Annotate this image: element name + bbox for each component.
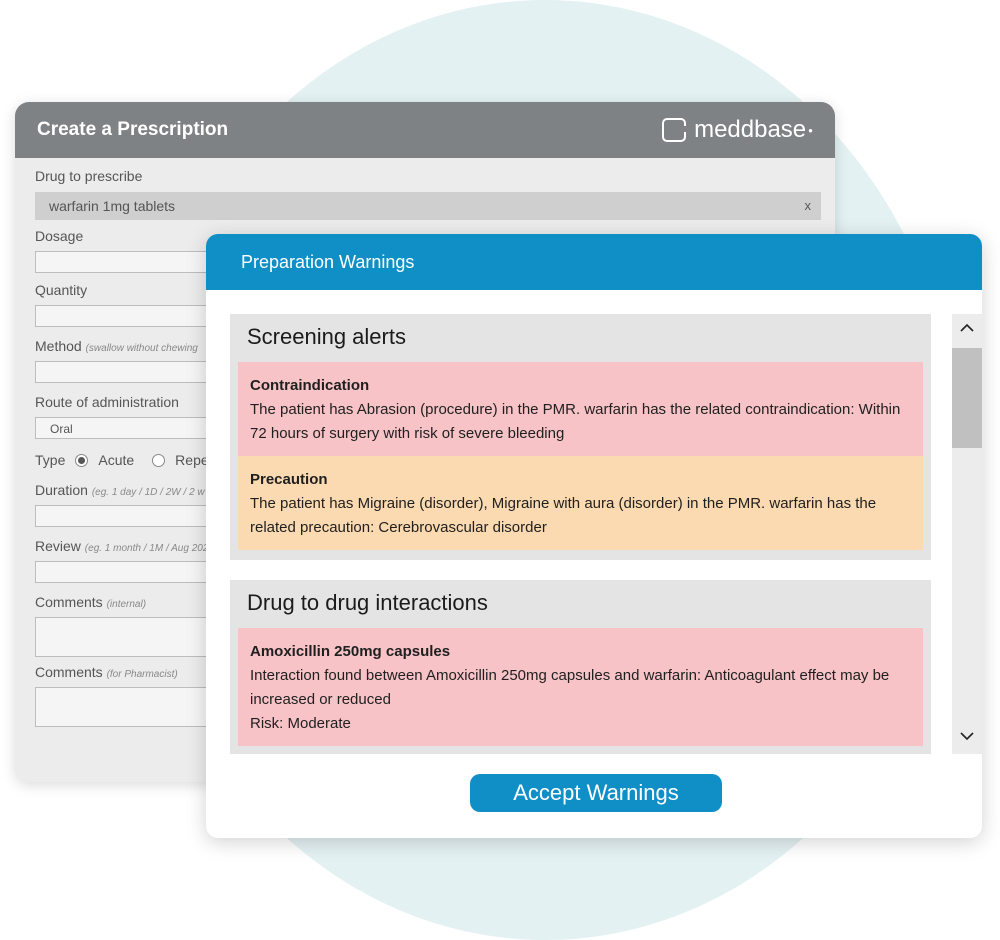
duration-input[interactable] [35,505,235,527]
route-label: Route of administration [35,394,179,410]
section-title: Drug to drug interactions [247,590,488,615]
method-input[interactable] [35,361,235,383]
alert-risk: Risk: Moderate [250,715,351,732]
alert-text: Interaction found between Amoxicillin 25… [250,667,890,708]
method-hint: (swallow without chewing [85,343,198,354]
brand-name: meddbase [694,116,807,143]
type-repeat-label: Repe [175,452,209,468]
chevron-up-icon[interactable] [959,320,975,336]
close-icon[interactable]: x [805,192,812,220]
scrollbar[interactable] [952,314,982,754]
dialog-title: Preparation Warnings [241,251,415,272]
meddbase-logo: meddbase ● [662,116,813,144]
dosage-input[interactable] [35,251,235,273]
prescription-title: Create a Prescription [37,119,229,140]
alert-text: The patient has Abrasion (procedure) in … [250,401,901,442]
comments-internal-hint: (internal) [106,599,147,610]
comments-internal-label: Comments [35,594,103,610]
contraindication-alert: Contraindication The patient has Abrasio… [238,362,923,456]
comments-pharmacist-label-row: Comments (for Pharmacist) [35,664,178,680]
prescription-header: Create a Prescription meddbase ● [15,102,835,158]
comments-internal-input[interactable] [35,617,235,657]
route-value: Oral [50,422,73,436]
precaution-alert: Precaution The patient has Migraine (dis… [238,456,923,550]
duration-hint: (eg. 1 day / 1D / 2W / 2 w [91,487,205,498]
drug-input[interactable]: warfarin 1mg tablets x [35,192,821,220]
dialog-header: Preparation Warnings [206,234,982,290]
type-repeat-radio[interactable] [152,453,166,467]
preparation-warnings-dialog: Preparation Warnings Screening alerts Co… [206,234,982,838]
type-acute-label: Acute [98,452,135,468]
interaction-alert: Amoxicillin 250mg capsules Interaction f… [238,628,923,746]
review-label: Review [35,538,81,554]
review-input[interactable] [35,561,235,583]
duration-label: Duration [35,482,88,498]
drug-label: Drug to prescribe [35,168,143,184]
quantity-label: Quantity [35,282,88,298]
drug-interactions-section: Drug to drug interactions Amoxicillin 25… [230,580,931,754]
comments-pharmacist-input[interactable] [35,687,235,727]
duration-label-row: Duration (eg. 1 day / 1D / 2W / 2 w [35,482,205,498]
dosage-label: Dosage [35,228,84,244]
route-select[interactable]: Oral [35,417,235,439]
comments-internal-label-row: Comments (internal) [35,594,146,610]
type-label: Type [35,452,66,468]
alert-title: Contraindication [250,377,370,394]
comments-pharmacist-hint: (for Pharmacist) [106,669,178,680]
chevron-down-icon[interactable] [959,728,975,744]
quantity-input[interactable] [35,305,235,327]
review-hint: (eg. 1 month / 1M / Aug 202 [84,543,209,554]
scrollbar-thumb[interactable] [952,348,982,448]
alert-text: The patient has Migraine (disorder), Mig… [250,495,877,536]
drug-value: warfarin 1mg tablets [49,198,176,214]
method-label-row: Method (swallow without chewing [35,338,198,354]
registered-mark: ● [808,125,813,135]
accept-warnings-button[interactable]: Accept Warnings [470,774,722,812]
comments-pharmacist-label: Comments [35,664,103,680]
method-label: Method [35,338,82,354]
review-label-row: Review (eg. 1 month / 1M / Aug 202 [35,538,208,554]
type-row: Type Acute Repe [35,452,209,468]
screening-alerts-section: Screening alerts Contraindication The pa… [230,314,931,560]
section-title: Screening alerts [247,324,406,349]
type-acute-radio[interactable] [75,453,89,467]
alert-title: Amoxicillin 250mg capsules [250,643,451,660]
meddbase-logo-icon [662,118,690,142]
alert-title: Precaution [250,471,328,488]
